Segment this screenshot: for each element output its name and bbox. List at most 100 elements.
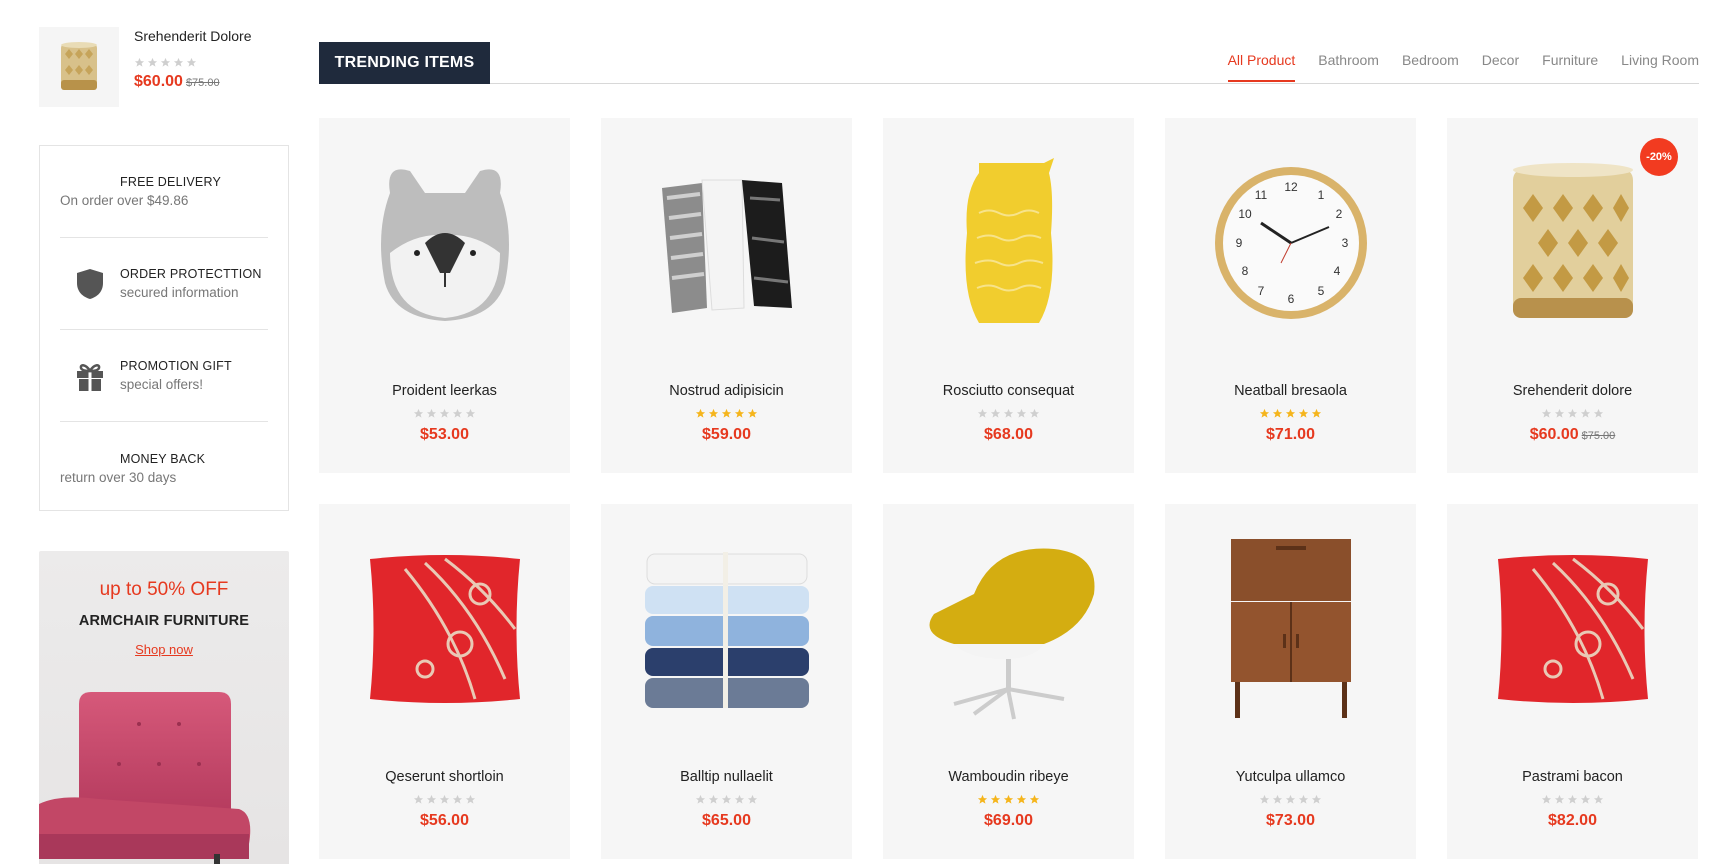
star-icon — [426, 794, 437, 804]
mini-product-price: $60.00 $75.00 — [134, 73, 252, 91]
tab-all-product[interactable]: All Product — [1227, 52, 1295, 82]
red-pillow-image — [1497, 555, 1648, 703]
mini-product-image[interactable] — [39, 27, 119, 107]
product-name[interactable]: Srehenderit dolore — [1447, 383, 1698, 399]
price: $59.00 — [702, 426, 751, 443]
product-card[interactable]: Qeserunt shortloin $56.00 — [319, 504, 570, 859]
product-card[interactable]: Proident leerkas $53.00 — [319, 118, 570, 473]
star-icon — [1003, 408, 1014, 418]
old-price: $75.00 — [185, 77, 220, 89]
star-icon — [439, 794, 450, 804]
star-icon — [695, 794, 706, 804]
product-card[interactable]: Yutculpa ullamco $73.00 — [1165, 504, 1416, 859]
product-name[interactable]: Wamboudin ribeye — [883, 769, 1134, 785]
star-icon — [1016, 794, 1027, 804]
star-icon — [413, 408, 424, 418]
svg-text:2: 2 — [1335, 207, 1342, 221]
wood-cabinet-image — [1230, 539, 1351, 718]
product-image[interactable] — [601, 504, 852, 754]
product-price: $68.00 — [883, 426, 1134, 444]
sidebar: Srehenderit Dolore $60.00 $75.00 FREE DE… — [39, 27, 289, 864]
star-icon — [1029, 794, 1040, 804]
product-price: $65.00 — [601, 812, 852, 830]
svg-text:5: 5 — [1317, 284, 1324, 298]
price: $69.00 — [984, 812, 1033, 829]
tab-decor[interactable]: Decor — [1482, 52, 1519, 80]
product-card[interactable]: Rosciutto consequat $68.00 — [883, 118, 1134, 473]
tab-furniture[interactable]: Furniture — [1542, 52, 1598, 80]
star-icon — [747, 408, 758, 418]
star-icon — [1541, 794, 1552, 804]
product-name[interactable]: Neatball bresaola — [1165, 383, 1416, 399]
star-icon — [186, 57, 197, 67]
star-icon — [990, 408, 1001, 418]
product-card[interactable]: 12 1 2 345 678 9 10 11 Neatball bresaola $71… — [1165, 118, 1416, 473]
product-grid: Proident leerkas $53.00 Nostrud adipisic… — [319, 118, 1698, 859]
product-name[interactable]: Proident leerkas — [319, 383, 570, 399]
promo-banner[interactable]: up to 50% OFF ARMCHAIR FURNITURE Shop no… — [39, 551, 289, 864]
star-icon — [1593, 794, 1604, 804]
price: $60.00 — [134, 73, 183, 90]
product-image[interactable] — [319, 118, 570, 368]
product-rating — [883, 408, 1134, 419]
product-name[interactable]: Nostrud adipisicin — [601, 383, 852, 399]
service-subtitle: return over 30 days — [60, 469, 177, 485]
star-icon — [452, 408, 463, 418]
service-subtitle: secured information — [120, 285, 239, 300]
svg-text:10: 10 — [1238, 207, 1252, 221]
tab-living-room[interactable]: Living Room — [1621, 52, 1699, 80]
product-card[interactable]: Balltip nullaelit $65.00 — [601, 504, 852, 859]
product-price: $69.00 — [883, 812, 1134, 830]
svg-text:6: 6 — [1287, 292, 1294, 306]
product-image[interactable] — [1447, 504, 1698, 754]
star-icon — [977, 408, 988, 418]
services-box: FREE DELIVERY On order over $49.86 ORDER… — [39, 145, 289, 511]
product-rating — [601, 794, 852, 805]
product-image[interactable] — [883, 504, 1134, 754]
product-card[interactable]: -20% Srehenderit dolore $60.00 $75.00 — [1447, 118, 1698, 473]
product-name[interactable]: Yutculpa ullamco — [1165, 769, 1416, 785]
product-image[interactable] — [601, 118, 852, 368]
product-name[interactable]: Qeserunt shortloin — [319, 769, 570, 785]
star-icon — [721, 408, 732, 418]
star-icon — [160, 57, 171, 67]
product-rating — [319, 794, 570, 805]
product-card[interactable]: Wamboudin ribeye $69.00 — [883, 504, 1134, 859]
mini-product-name[interactable]: Srehenderit Dolore — [134, 27, 252, 45]
star-icon — [1567, 794, 1578, 804]
product-image[interactable] — [883, 118, 1134, 368]
tab-bathroom[interactable]: Bathroom — [1318, 52, 1379, 80]
star-icon — [695, 408, 706, 418]
service-title: PROMOTION GIFT — [120, 359, 232, 373]
star-icon — [734, 794, 745, 804]
service-subtitle: On order over $49.86 — [60, 193, 189, 208]
product-image[interactable] — [319, 504, 570, 754]
product-image[interactable] — [1165, 504, 1416, 754]
yellow-vase-image — [965, 158, 1054, 323]
wall-clock-image: 1212 345 678 91011 — [1214, 167, 1367, 319]
product-card[interactable]: Pastrami bacon $82.00 — [1447, 504, 1698, 859]
star-icon — [1272, 408, 1283, 418]
star-icon — [1580, 408, 1591, 418]
star-icon — [1580, 794, 1591, 804]
mini-product[interactable]: Srehenderit Dolore $60.00 $75.00 — [39, 27, 289, 107]
star-icon — [465, 794, 476, 804]
shield-icon — [60, 267, 120, 301]
product-image[interactable]: 12 1 2 345 678 9 10 11 — [1165, 118, 1416, 368]
star-icon — [1003, 794, 1014, 804]
star-icon — [1298, 408, 1309, 418]
star-icon — [147, 57, 158, 67]
mosaic-candle-icon — [61, 42, 97, 90]
dog-pillow-image — [380, 169, 509, 321]
star-icon — [452, 794, 463, 804]
product-card[interactable]: Nostrud adipisicin $59.00 — [601, 118, 852, 473]
star-icon — [426, 408, 437, 418]
shop-now-link[interactable]: Shop now — [135, 642, 193, 657]
product-name[interactable]: Rosciutto consequat — [883, 383, 1134, 399]
product-name[interactable]: Balltip nullaelit — [601, 769, 852, 785]
star-icon — [173, 57, 184, 67]
star-icon — [1311, 794, 1322, 804]
discount-badge: -20% — [1640, 138, 1678, 176]
tab-bedroom[interactable]: Bedroom — [1402, 52, 1459, 80]
product-name[interactable]: Pastrami bacon — [1447, 769, 1698, 785]
